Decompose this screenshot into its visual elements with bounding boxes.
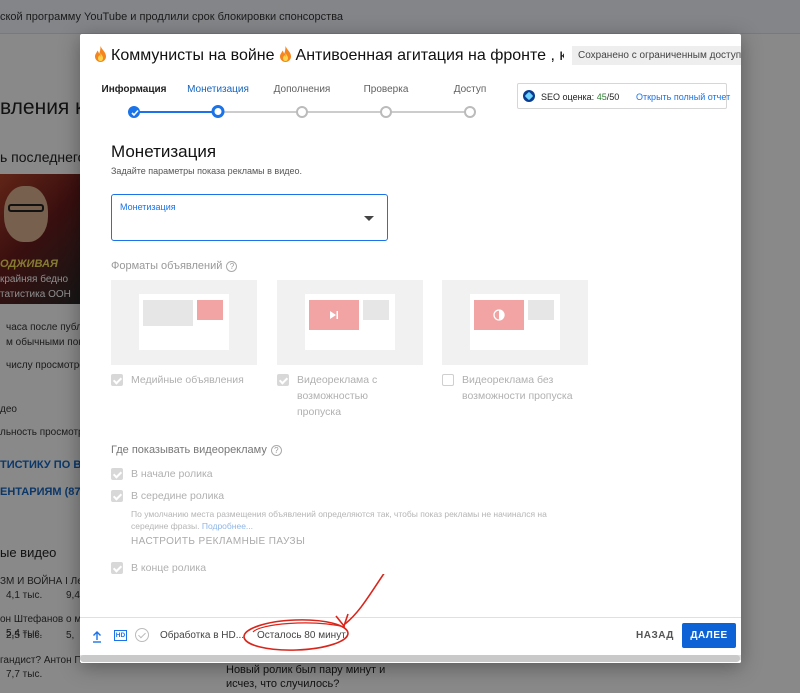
seo-score-value: 45 (596, 92, 607, 102)
dropdown-arrow-icon (364, 216, 374, 221)
label-post-roll: В конце ролика (131, 562, 207, 574)
section-description: Задайте параметры показа рекламы в видео… (111, 166, 302, 176)
step-review-dot[interactable] (380, 106, 392, 118)
label-pre-roll: В начале ролика (131, 468, 213, 480)
dialog-title-main: Коммунисты на войне (111, 47, 275, 64)
seo-full-report-link[interactable]: Открыть полный отчет (636, 92, 730, 102)
stepper-line-pending (218, 111, 470, 113)
monetization-select[interactable]: Монетизация (111, 194, 388, 241)
label-skippable-ads: Видеореклама с возможностью пропуска (297, 372, 377, 420)
step-additions[interactable]: Дополнения (274, 84, 331, 95)
upload-stepper: Информация Монетизация Дополнения Провер… (102, 84, 494, 124)
back-button[interactable]: НАЗАД (628, 624, 682, 648)
configure-ad-breaks-button[interactable]: НАСТРОИТЬ РЕКЛАМНЫЕ ПАУЗЫ (131, 536, 305, 547)
ad-preview-screen (470, 294, 560, 350)
upload-icon[interactable] (92, 631, 102, 643)
ad-preview-video-area (143, 300, 193, 326)
skip-icon (330, 311, 338, 319)
step-additions-dot[interactable] (296, 106, 308, 118)
step-information-check-icon[interactable] (128, 106, 140, 118)
page-scrollbar[interactable] (80, 655, 740, 662)
placement-title-text: Где показывать видеорекламу (111, 444, 267, 456)
checks-status-icon[interactable] (135, 628, 149, 642)
stepper-line-done (134, 111, 218, 113)
dialog-title-rest: Антивоенная агитация на фронте , колич… (295, 47, 564, 64)
step-information[interactable]: Информация (102, 84, 167, 95)
ad-formats-title: Форматы объявлений? (111, 260, 238, 272)
ad-formats-title-text: Форматы объявлений (111, 260, 223, 272)
seo-label-text: SEO оценка: (541, 92, 595, 102)
seo-logo-icon (523, 90, 535, 102)
label-non-skippable-ads-line-1: Видеореклама без (462, 374, 554, 386)
step-review[interactable]: Проверка (364, 84, 409, 95)
section-title: Монетизация (111, 142, 217, 161)
visibility-status-badge[interactable]: Сохранено с ограниченным доступом (572, 46, 741, 65)
ad-format-card-skippable (277, 280, 423, 365)
processing-status: Обработка в HD... (160, 630, 245, 641)
checkbox-non-skippable-ads[interactable] (442, 374, 454, 386)
mid-roll-note: По умолчанию места размещения объявлений… (131, 508, 561, 532)
ad-preview-side-area (363, 300, 389, 320)
label-non-skippable-ads: Видеореклама без возможности пропуска (462, 372, 573, 404)
label-skippable-ads-line-1: Видеореклама с (297, 374, 378, 386)
timer-icon (493, 309, 505, 321)
step-access[interactable]: Доступ (454, 84, 487, 95)
checkbox-post-roll[interactable] (111, 562, 123, 574)
dialog-header: Коммунисты на войне Антивоенная агитация… (80, 34, 741, 78)
monetization-select-label: Монетизация (120, 202, 176, 212)
seo-score-panel: SEO оценка: 45/50 Открыть полный отчет (517, 83, 730, 109)
ad-format-card-non-skippable (442, 280, 588, 365)
checkbox-display-ads[interactable] (111, 374, 123, 386)
dialog-title: Коммунисты на войне Антивоенная агитация… (94, 46, 564, 65)
checkbox-mid-roll[interactable] (111, 490, 123, 502)
step-access-dot[interactable] (464, 106, 476, 118)
mid-roll-more-link[interactable]: Подробнее... (202, 521, 253, 531)
label-skippable-ads-line-3: пропуска (297, 406, 342, 418)
label-non-skippable-ads-line-2: возможности пропуска (462, 390, 573, 402)
hd-icon[interactable]: HD (114, 630, 127, 641)
mid-roll-note-text: По умолчанию места размещения объявлений… (131, 509, 547, 531)
ad-preview-screen (139, 294, 229, 350)
label-display-ads-line-1: Медийные объявления (131, 374, 244, 386)
fire-emoji-icon (95, 46, 106, 62)
seo-score-label: SEO оценка: 45/50 (541, 92, 619, 102)
fire-emoji-icon (279, 46, 291, 62)
checkbox-pre-roll[interactable] (111, 468, 123, 480)
label-mid-roll: В середине ролика (131, 490, 225, 502)
label-skippable-ads-line-2: возможностью (297, 390, 369, 402)
ad-preview-side-area (528, 300, 554, 320)
checkbox-skippable-ads[interactable] (277, 374, 289, 386)
next-button[interactable]: ДАЛЕЕ (682, 623, 736, 648)
time-remaining: Осталось 80 минут (257, 630, 346, 641)
ad-preview-screen (305, 294, 395, 350)
seo-score-max: /50 (606, 92, 620, 102)
ad-preview-display-ad (197, 300, 223, 320)
upload-dialog: Коммунисты на войне Антивоенная агитация… (80, 34, 741, 663)
ad-format-card-display (111, 280, 257, 365)
step-monetization-dot[interactable] (211, 105, 225, 118)
help-icon[interactable]: ? (226, 261, 238, 272)
label-display-ads: Медийные объявления (131, 372, 244, 388)
step-monetization[interactable]: Монетизация (187, 84, 249, 95)
help-icon[interactable]: ? (270, 445, 282, 456)
placement-title: Где показывать видеорекламу? (111, 444, 282, 456)
